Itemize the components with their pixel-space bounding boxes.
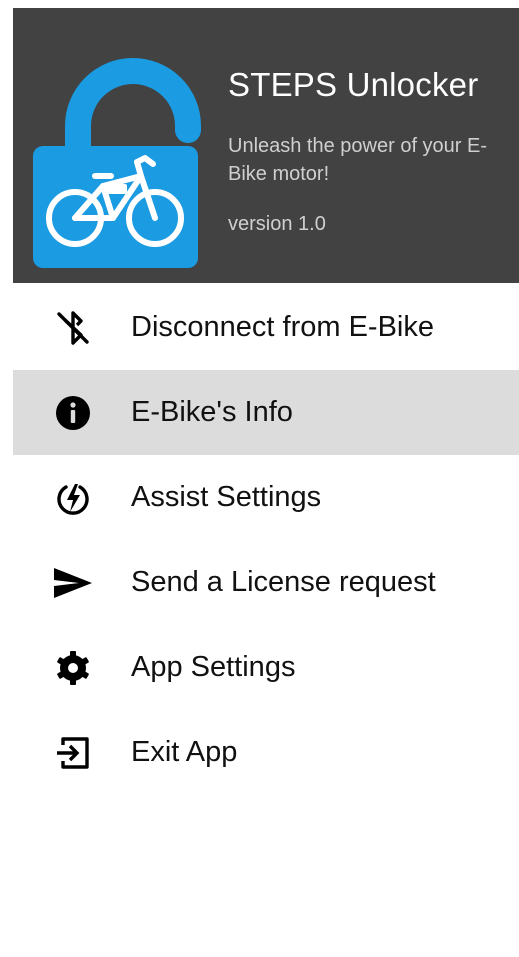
unlocked-padlock-bike-icon [33, 58, 201, 268]
app-version: version 1.0 [228, 213, 326, 235]
menu-item-label: Disconnect from E-Bike [131, 311, 434, 343]
menu-item-exit-app[interactable]: Exit App [13, 710, 519, 795]
menu-item-label: Send a License request [131, 566, 436, 598]
app-tagline: Unleash the power of your E-Bike motor! [228, 135, 488, 185]
drawer-header: STEPS Unlocker Unleash the power of your… [13, 8, 519, 283]
menu-item-ebike-info[interactable]: E-Bike's Info [13, 370, 519, 455]
menu-item-assist-settings[interactable]: Assist Settings [13, 455, 519, 540]
menu-item-app-settings[interactable]: App Settings [13, 625, 519, 710]
menu-item-label: Exit App [131, 736, 238, 768]
menu-item-send-license[interactable]: Send a License request [13, 540, 519, 625]
info-icon [47, 387, 99, 439]
menu-item-disconnect[interactable]: Disconnect from E-Bike [13, 285, 519, 370]
navigation-drawer: STEPS Unlocker Unleash the power of your… [13, 8, 519, 957]
menu-item-label: App Settings [131, 651, 296, 683]
drawer-menu: Disconnect from E-Bike E-Bike's Info Ass… [13, 285, 519, 795]
exit-icon [47, 727, 99, 779]
gear-icon [47, 642, 99, 694]
bluetooth-disabled-icon [47, 302, 99, 354]
send-icon [47, 557, 99, 609]
app-title: STEPS Unlocker [228, 66, 479, 103]
menu-item-label: Assist Settings [131, 481, 322, 513]
lightning-bolt-icon [47, 472, 99, 524]
menu-item-label: E-Bike's Info [131, 396, 293, 428]
